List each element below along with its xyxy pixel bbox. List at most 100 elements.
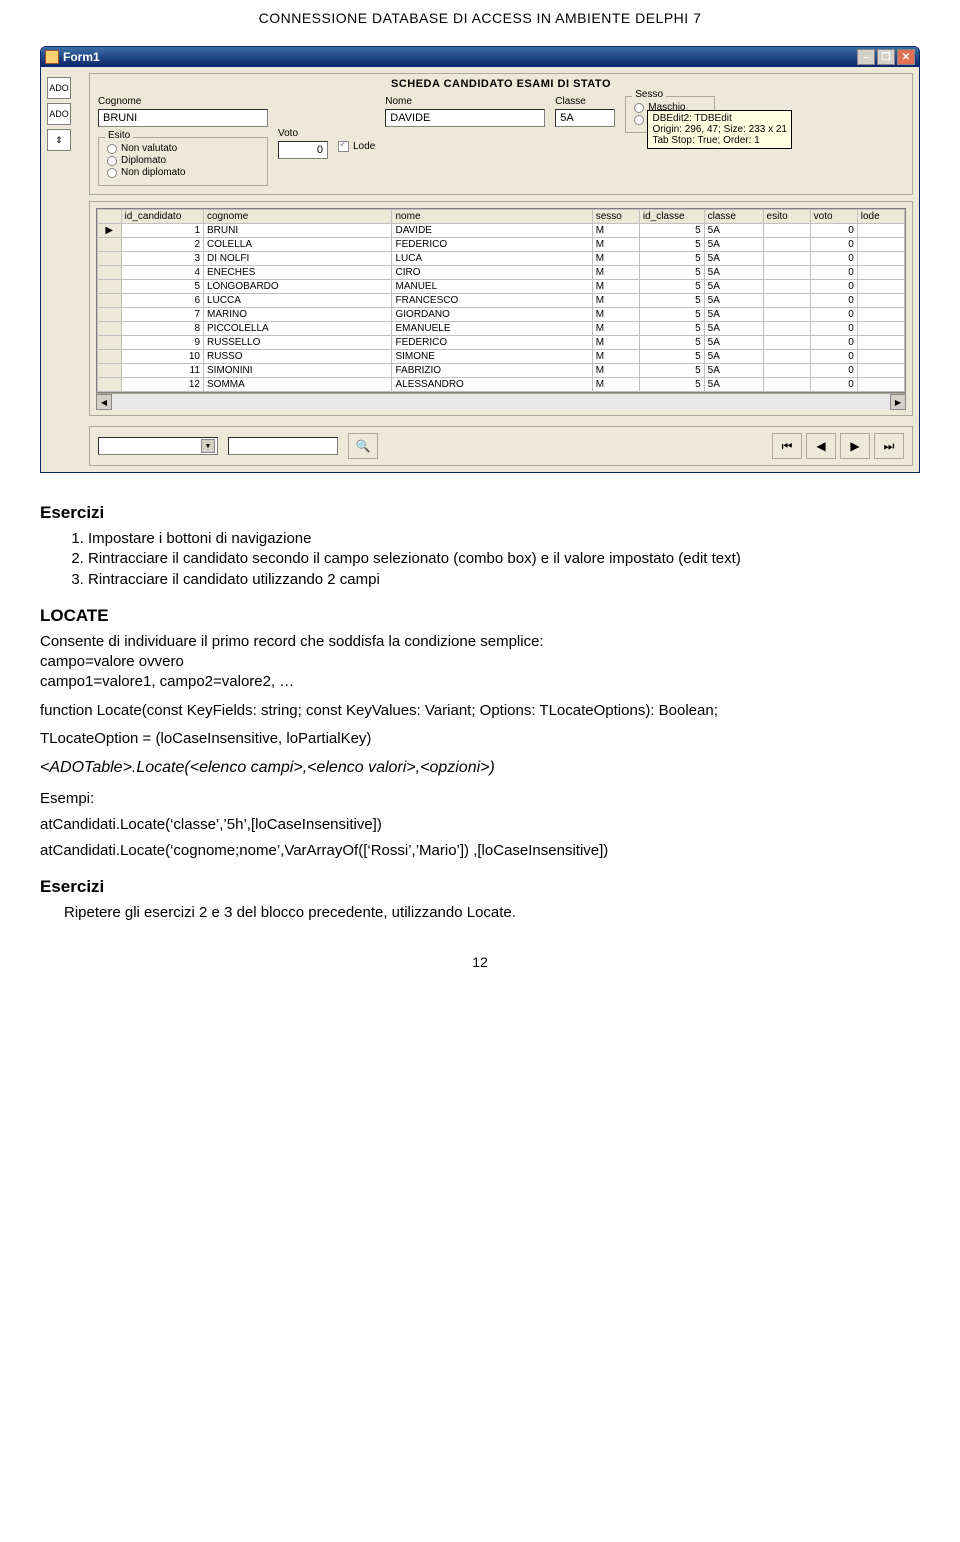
grid-column-header[interactable]: cognome: [204, 210, 392, 224]
table-row[interactable]: 9RUSSELLOFEDERICOM55A0: [98, 336, 905, 350]
esito-diplomato-radio[interactable]: Diplomato: [107, 155, 259, 166]
grid-cell[interactable]: M: [592, 336, 639, 350]
grid-cell[interactable]: LONGOBARDO: [204, 280, 392, 294]
grid-cell[interactable]: 5A: [704, 336, 763, 350]
table-row[interactable]: 4ENECHESCIROM55A0: [98, 266, 905, 280]
nome-input[interactable]: [385, 109, 545, 127]
titlebar[interactable]: Form1 – ❐ ✕: [41, 47, 919, 67]
grid-cell[interactable]: [857, 322, 904, 336]
grid-cell[interactable]: LUCA: [392, 252, 592, 266]
grid-cell[interactable]: [763, 280, 810, 294]
grid-cell[interactable]: [857, 336, 904, 350]
grid-cell[interactable]: 0: [810, 322, 857, 336]
grid-cell[interactable]: CIRO: [392, 266, 592, 280]
grid-cell[interactable]: 5A: [704, 308, 763, 322]
grid-cell[interactable]: M: [592, 378, 639, 392]
grid-cell[interactable]: [857, 364, 904, 378]
nav-prev-button[interactable]: ◀: [806, 433, 836, 459]
search-value-input[interactable]: [228, 437, 338, 455]
grid-cell[interactable]: 5A: [704, 350, 763, 364]
grid-cell[interactable]: M: [592, 350, 639, 364]
grid-cell[interactable]: 2: [121, 238, 203, 252]
grid-cell[interactable]: M: [592, 280, 639, 294]
grid-cell[interactable]: DI NOLFI: [204, 252, 392, 266]
grid-column-header[interactable]: lode: [857, 210, 904, 224]
esito-nonvalutato-radio[interactable]: Non valutato: [107, 143, 259, 154]
grid-horizontal-scrollbar[interactable]: ◀ ▶: [96, 393, 906, 409]
grid-cell[interactable]: [857, 280, 904, 294]
cognome-input[interactable]: [98, 109, 268, 127]
grid-column-header[interactable]: id_classe: [639, 210, 704, 224]
grid-cell[interactable]: 0: [810, 266, 857, 280]
grid-cell[interactable]: GIORDANO: [392, 308, 592, 322]
grid-cell[interactable]: 5A: [704, 252, 763, 266]
grid-cell[interactable]: [763, 322, 810, 336]
table-row[interactable]: 5LONGOBARDOMANUELM55A0: [98, 280, 905, 294]
grid-cell[interactable]: M: [592, 224, 639, 238]
grid-cell[interactable]: [763, 350, 810, 364]
grid-cell[interactable]: DAVIDE: [392, 224, 592, 238]
grid-cell[interactable]: 5: [639, 238, 704, 252]
table-row[interactable]: 10RUSSOSIMONEM55A0: [98, 350, 905, 364]
scroll-track[interactable]: [112, 394, 890, 409]
grid-cell[interactable]: [763, 238, 810, 252]
field-dropdown[interactable]: ▼: [98, 437, 218, 455]
grid-cell[interactable]: 6: [121, 294, 203, 308]
ado-conn-icon[interactable]: ADO: [47, 77, 71, 99]
nav-first-button[interactable]: ⏮: [772, 433, 802, 459]
minimize-button[interactable]: –: [857, 49, 875, 65]
table-row[interactable]: 2COLELLAFEDERICOM55A0: [98, 238, 905, 252]
grid-cell[interactable]: 3: [121, 252, 203, 266]
table-row[interactable]: 6LUCCAFRANCESCOM55A0: [98, 294, 905, 308]
grid-cell[interactable]: MANUEL: [392, 280, 592, 294]
classe-input[interactable]: [555, 109, 615, 127]
ado-table-icon[interactable]: ADO: [47, 103, 71, 125]
search-button[interactable]: 🔍: [348, 433, 378, 459]
grid-column-header[interactable]: voto: [810, 210, 857, 224]
grid-cell[interactable]: [857, 308, 904, 322]
grid-cell[interactable]: MARINO: [204, 308, 392, 322]
grid-cell[interactable]: SIMONINI: [204, 364, 392, 378]
esito-nondiplomato-radio[interactable]: Non diplomato: [107, 167, 259, 178]
grid-cell[interactable]: [857, 378, 904, 392]
grid-cell[interactable]: 0: [810, 280, 857, 294]
grid-cell[interactable]: EMANUELE: [392, 322, 592, 336]
grid-cell[interactable]: 5A: [704, 266, 763, 280]
grid-cell[interactable]: BRUNI: [204, 224, 392, 238]
grid-cell[interactable]: 5: [639, 308, 704, 322]
grid-cell[interactable]: FEDERICO: [392, 238, 592, 252]
grid-cell[interactable]: 5: [639, 378, 704, 392]
grid-cell[interactable]: 5: [121, 280, 203, 294]
grid-cell[interactable]: 5A: [704, 224, 763, 238]
grid-cell[interactable]: [857, 238, 904, 252]
lode-checkbox[interactable]: Lode: [338, 141, 375, 152]
grid-cell[interactable]: 4: [121, 266, 203, 280]
table-row[interactable]: 3DI NOLFILUCAM55A0: [98, 252, 905, 266]
grid-cell[interactable]: M: [592, 294, 639, 308]
grid-cell[interactable]: SOMMA: [204, 378, 392, 392]
grid-cell[interactable]: M: [592, 322, 639, 336]
table-row[interactable]: 12SOMMAALESSANDROM55A0: [98, 378, 905, 392]
grid-cell[interactable]: 5: [639, 350, 704, 364]
grid-cell[interactable]: ENECHES: [204, 266, 392, 280]
grid-column-header[interactable]: nome: [392, 210, 592, 224]
close-button[interactable]: ✕: [897, 49, 915, 65]
grid-cell[interactable]: 5: [639, 322, 704, 336]
grid-cell[interactable]: 5: [639, 364, 704, 378]
grid-cell[interactable]: [763, 224, 810, 238]
grid-cell[interactable]: PICCOLELLA: [204, 322, 392, 336]
nav-last-button[interactable]: ⏭: [874, 433, 904, 459]
grid-cell[interactable]: 5A: [704, 280, 763, 294]
grid-cell[interactable]: 5A: [704, 294, 763, 308]
grid-cell[interactable]: 5: [639, 252, 704, 266]
table-row[interactable]: 7MARINOGIORDANOM55A0: [98, 308, 905, 322]
grid-cell[interactable]: ALESSANDRO: [392, 378, 592, 392]
grid-cell[interactable]: 5A: [704, 238, 763, 252]
grid-cell[interactable]: FRANCESCO: [392, 294, 592, 308]
grid-cell[interactable]: M: [592, 364, 639, 378]
grid-cell[interactable]: 8: [121, 322, 203, 336]
grid-cell[interactable]: M: [592, 266, 639, 280]
grid-cell[interactable]: [763, 336, 810, 350]
grid-cell[interactable]: RUSSO: [204, 350, 392, 364]
grid-cell[interactable]: 5A: [704, 364, 763, 378]
